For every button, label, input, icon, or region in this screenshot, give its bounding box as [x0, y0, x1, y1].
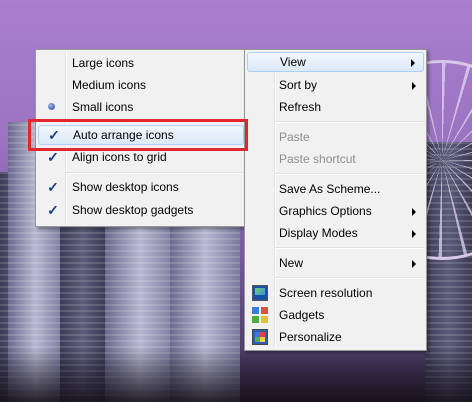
menu-item-paste-shortcut[interactable]: Paste shortcut: [247, 149, 424, 169]
menu-item-label: Screen resolution: [279, 286, 373, 300]
menu-separator: [275, 173, 424, 175]
menu-item-graphics-options[interactable]: Graphics Options: [247, 201, 424, 221]
submenu-arrow-icon: [412, 208, 416, 216]
menu-item-display-modes[interactable]: Display Modes: [247, 223, 424, 243]
menu-item-label: Paste shortcut: [279, 152, 356, 166]
menu-item-label: Align icons to grid: [72, 150, 167, 164]
menu-item-label: Personalize: [279, 330, 342, 344]
menu-item-label: New: [279, 256, 304, 270]
menu-separator: [66, 172, 244, 174]
desktop-context-menu: View Sort by Refresh Paste Paste shortcu…: [244, 49, 427, 351]
menu-item-view[interactable]: View: [247, 52, 424, 72]
submenu-arrow-icon: [412, 82, 416, 90]
menu-item-refresh[interactable]: Refresh: [247, 97, 424, 117]
menu-item-label: Graphics Options: [279, 204, 372, 218]
menu-item-show-desktop-icons[interactable]: ✓ Show desktop icons: [38, 177, 244, 197]
menu-item-label: Show desktop gadgets: [72, 203, 194, 217]
menu-separator: [275, 277, 424, 279]
checkmark-icon: ✓: [47, 202, 59, 218]
menu-separator: [275, 121, 424, 123]
menu-item-label: Small icons: [72, 100, 134, 114]
menu-item-paste[interactable]: Paste: [247, 127, 424, 147]
radio-bullet-icon: [48, 103, 55, 110]
city-lights: [0, 347, 472, 402]
gadgets-icon: [252, 307, 268, 323]
menu-item-label: Show desktop icons: [72, 180, 179, 194]
menu-item-label: Refresh: [279, 100, 322, 114]
menu-item-label: Gadgets: [279, 308, 325, 322]
menu-item-label: Save As Scheme...: [279, 182, 381, 196]
menu-item-new[interactable]: New: [247, 253, 424, 273]
submenu-arrow-icon: [411, 59, 415, 67]
menu-item-label: Display Modes: [279, 226, 358, 240]
annotation-highlight-box: [28, 119, 248, 151]
menu-item-small-icons[interactable]: Small icons: [38, 97, 244, 117]
personalize-icon: [252, 329, 268, 345]
menu-item-screen-resolution[interactable]: Screen resolution: [247, 283, 424, 303]
screen-resolution-icon: [252, 285, 268, 301]
menu-item-label: Paste: [279, 130, 310, 144]
menu-item-medium-icons[interactable]: Medium icons: [38, 75, 244, 95]
menu-item-save-as-scheme[interactable]: Save As Scheme...: [247, 179, 424, 199]
submenu-arrow-icon: [412, 230, 416, 238]
menu-item-label: Sort by: [279, 78, 318, 92]
menu-item-label: View: [280, 55, 306, 69]
menu-item-label: Large icons: [72, 56, 135, 70]
checkmark-icon: ✓: [47, 179, 59, 195]
menu-separator: [275, 247, 424, 249]
menu-item-personalize[interactable]: Personalize: [247, 327, 424, 347]
menu-item-sort-by[interactable]: Sort by: [247, 75, 424, 95]
submenu-arrow-icon: [412, 260, 416, 268]
menu-item-show-desktop-gadgets[interactable]: ✓ Show desktop gadgets: [38, 200, 244, 220]
menu-item-gadgets[interactable]: Gadgets: [247, 305, 424, 325]
menu-item-large-icons[interactable]: Large icons: [38, 53, 244, 73]
menu-item-label: Medium icons: [72, 78, 147, 92]
